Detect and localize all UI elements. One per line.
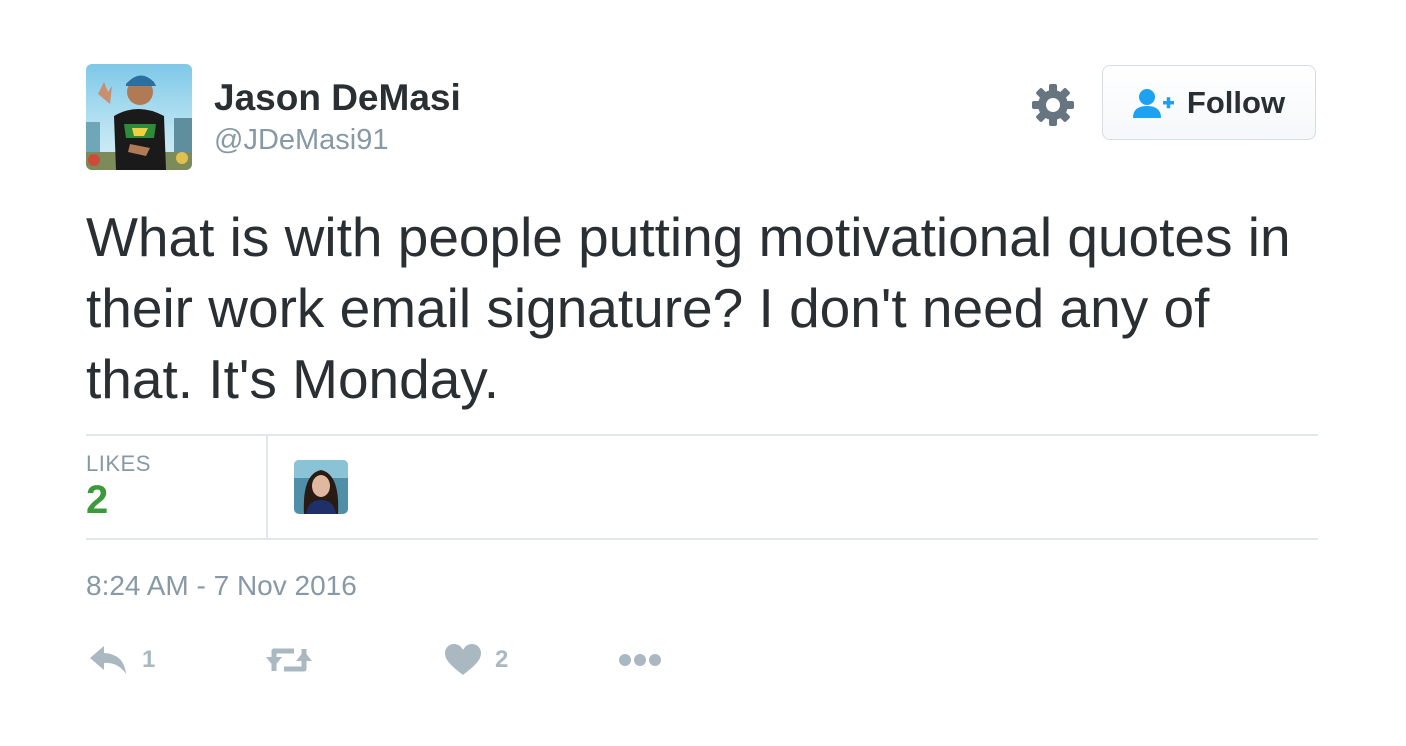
like-count: 2 bbox=[495, 646, 509, 673]
follow-label: Follow bbox=[1186, 84, 1286, 120]
author-handle[interactable]: @JDeMasi91 bbox=[214, 124, 389, 157]
retweet-button[interactable] bbox=[266, 640, 326, 680]
tweet-timestamp[interactable]: 8:24 AM - 7 Nov 2016 bbox=[86, 570, 357, 602]
retweet-icon bbox=[266, 648, 312, 672]
author-name[interactable]: Jason DeMasi bbox=[214, 77, 461, 119]
like-button[interactable]: 2 bbox=[445, 640, 508, 680]
add-user-icon bbox=[1132, 88, 1174, 118]
profile-photo-icon bbox=[86, 64, 192, 170]
heart-icon bbox=[445, 644, 481, 675]
profile-photo-icon bbox=[294, 460, 348, 514]
likes-label[interactable]: LIKES bbox=[86, 451, 151, 477]
divider-top bbox=[86, 434, 1318, 436]
stats-divider bbox=[266, 436, 268, 539]
more-button[interactable] bbox=[618, 640, 662, 680]
liker-avatar[interactable] bbox=[294, 460, 348, 514]
more-dots-icon bbox=[619, 654, 661, 666]
likes-count[interactable]: 2 bbox=[86, 478, 108, 523]
gear-icon[interactable] bbox=[1030, 82, 1076, 128]
tweet-card: Jason DeMasi @JDeMasi91 Follow What is w… bbox=[0, 0, 1406, 746]
author-avatar[interactable] bbox=[86, 64, 192, 170]
divider-bottom bbox=[86, 538, 1318, 540]
reply-icon bbox=[90, 646, 126, 674]
follow-button[interactable]: Follow bbox=[1102, 65, 1316, 140]
reply-button[interactable]: 1 bbox=[88, 640, 155, 680]
tweet-text: What is with people putting motivational… bbox=[86, 206, 1291, 410]
reply-count: 1 bbox=[142, 646, 156, 673]
